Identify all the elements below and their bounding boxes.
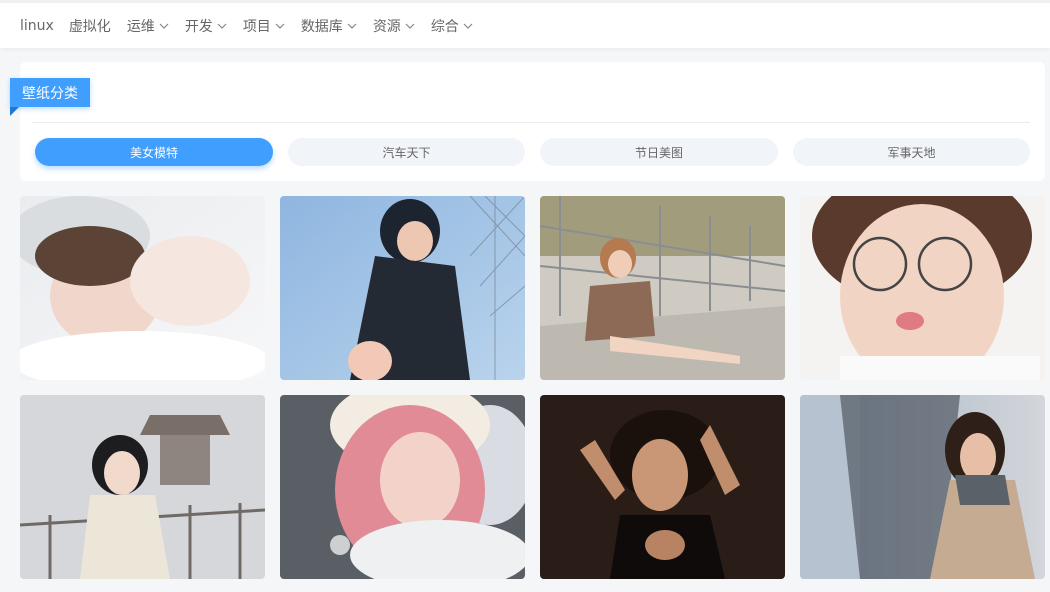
wallpaper-thumb-5[interactable] — [20, 395, 265, 579]
nav-item-ops[interactable]: 运维 — [127, 3, 170, 48]
chevron-down-icon — [463, 23, 473, 29]
wallpaper-image — [800, 395, 1045, 579]
chevron-down-icon — [217, 23, 227, 29]
nav-item-label: 项目 — [242, 18, 271, 35]
nav-item-label: 综合 — [430, 18, 459, 35]
wallpaper-thumb-4[interactable] — [800, 196, 1045, 380]
divider — [32, 122, 1030, 123]
category-panel-title: 壁纸分类 — [10, 78, 90, 107]
nav-item-label: 虚拟化 — [68, 18, 111, 35]
nav-item-linux[interactable]: linux — [20, 3, 54, 48]
wallpaper-image — [20, 395, 265, 579]
wallpaper-image — [540, 395, 785, 579]
wallpaper-thumb-7[interactable] — [540, 395, 785, 579]
wallpaper-thumb-6[interactable] — [280, 395, 525, 579]
category-chip-holidays[interactable]: 节日美图 — [540, 138, 778, 166]
wallpaper-thumb-1[interactable] — [20, 196, 265, 380]
nav-item-virtualization[interactable]: 虚拟化 — [69, 3, 111, 48]
category-chip-military[interactable]: 军事天地 — [793, 138, 1030, 166]
nav-item-label: linux — [20, 17, 54, 34]
nav-item-label: 数据库 — [300, 18, 343, 35]
nav-item-label: 运维 — [126, 18, 155, 35]
category-chip-models[interactable]: 美女模特 — [35, 138, 273, 166]
top-nav: linux 虚拟化 运维 开发 项目 数据库 资源 综合 — [0, 0, 1050, 48]
chevron-down-icon — [275, 23, 285, 29]
nav-item-label: 资源 — [372, 18, 401, 35]
nav-item-resources[interactable]: 资源 — [373, 3, 416, 48]
nav-item-dev[interactable]: 开发 — [185, 3, 228, 48]
wallpaper-thumb-8[interactable] — [800, 395, 1045, 579]
nav-item-label: 开发 — [184, 18, 213, 35]
wallpaper-thumb-2[interactable] — [280, 196, 525, 380]
wallpaper-image — [540, 196, 785, 380]
nav-item-database[interactable]: 数据库 — [301, 3, 358, 48]
category-chip-cars[interactable]: 汽车天下 — [288, 138, 525, 166]
wallpaper-image — [20, 196, 265, 380]
nav-item-general[interactable]: 综合 — [431, 3, 474, 48]
chevron-down-icon — [159, 23, 169, 29]
chevron-down-icon — [405, 23, 415, 29]
wallpaper-image — [280, 196, 525, 380]
nav-item-projects[interactable]: 项目 — [243, 3, 286, 48]
chevron-down-icon — [347, 23, 357, 29]
ribbon-fold — [10, 107, 19, 116]
wallpaper-image — [280, 395, 525, 579]
wallpaper-thumb-3[interactable] — [540, 196, 785, 380]
wallpaper-image — [800, 196, 1045, 380]
